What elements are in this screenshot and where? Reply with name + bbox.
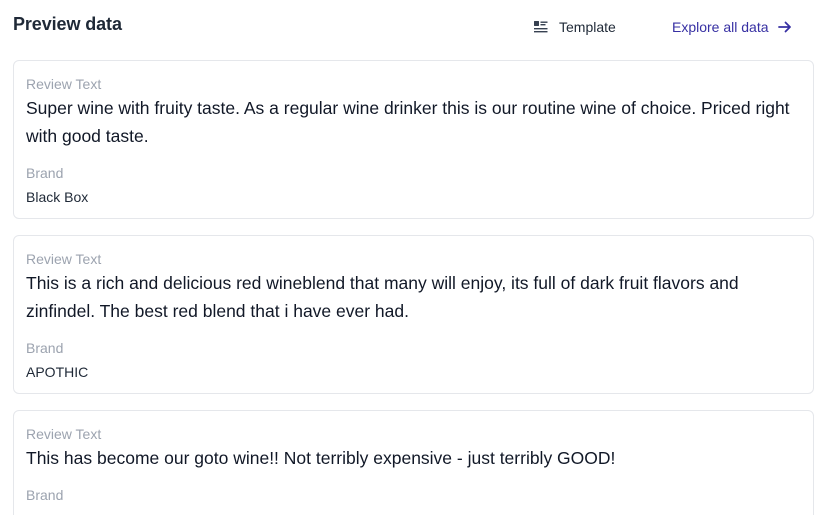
explore-all-data-link[interactable]: Explore all data [672, 16, 793, 38]
review-text-label: Review Text [26, 76, 102, 92]
arrow-right-icon [777, 21, 791, 33]
review-text-label: Review Text [26, 426, 102, 442]
review-text-value: This has become our goto wine!! Not terr… [26, 448, 616, 468]
template-button[interactable]: Template [533, 16, 616, 38]
brand-value: APOTHIC [26, 364, 89, 380]
record-list: Review Text Super wine with fruity taste… [13, 60, 814, 515]
explore-all-data-label: Explore all data [672, 19, 769, 35]
template-button-label: Template [559, 19, 616, 35]
brand-value: Black Box [26, 189, 89, 205]
page-title: Preview data [13, 14, 122, 34]
brand-label: Brand [26, 340, 64, 356]
brand-label: Brand [26, 165, 64, 181]
review-text-value: Super wine with fruity taste. As a regul… [26, 98, 790, 146]
record-card: Review Text This is a rich and delicious… [13, 235, 814, 394]
review-text-value: This is a rich and delicious red wineble… [26, 273, 739, 321]
review-text-label: Review Text [26, 251, 102, 267]
record-card: Review Text Super wine with fruity taste… [13, 60, 814, 219]
brand-label: Brand [26, 487, 64, 503]
record-card: Review Text This has become our goto win… [13, 410, 814, 515]
preview-header: Preview data Template Explore all data [13, 0, 816, 52]
list-layout-icon [534, 21, 548, 33]
